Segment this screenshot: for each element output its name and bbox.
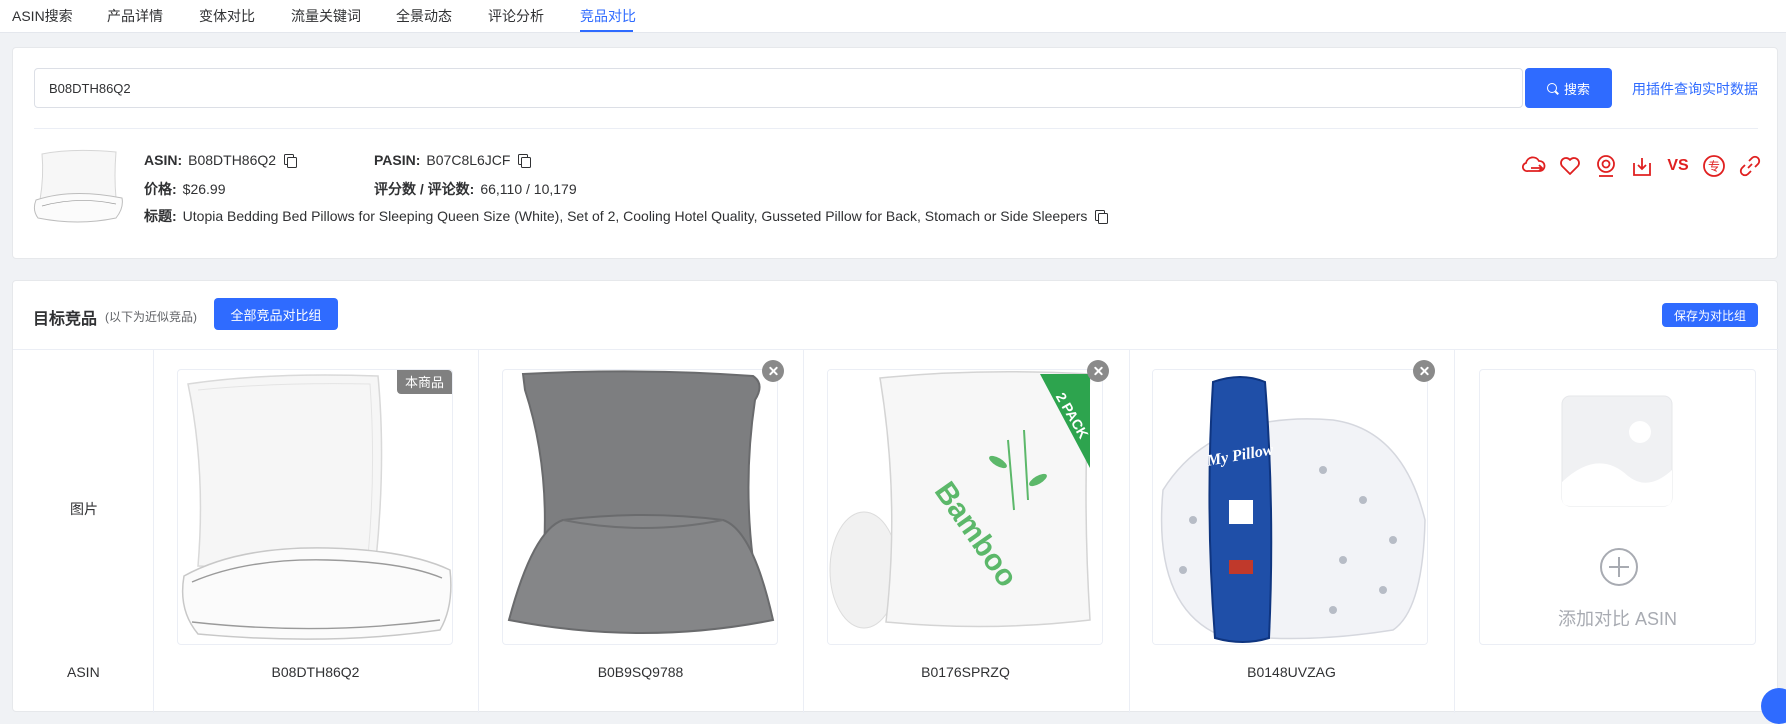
- column-divider: [153, 350, 154, 713]
- help-chat-button[interactable]: [1761, 688, 1786, 724]
- tab-variant-compare[interactable]: 变体对比: [199, 6, 255, 26]
- tab-bar: ASIN搜索 产品详情 变体对比 流量关键词 全景动态 评论分析 竞品对比: [0, 0, 1786, 33]
- pasin-info: PASIN: B07C8L6JCF: [374, 152, 532, 168]
- link-icon[interactable]: [1737, 153, 1763, 179]
- search-button-label: 搜索: [1563, 81, 1590, 97]
- product-image-bamboo-pillow[interactable]: 2 PACK Bamboo: [827, 369, 1103, 645]
- product-image-gray-pillows[interactable]: [502, 369, 778, 645]
- competitor-card: 目标竞品 (以下为近似竞品) 全部竞品对比组 保存为对比组 图片 ASIN 本商…: [12, 280, 1779, 713]
- product-asin: B0B9SQ9788: [597, 664, 684, 680]
- competitor-title: 目标竞品: [33, 311, 98, 328]
- rating-info: 评分数 / 评论数: 66,110 / 10,179: [374, 179, 577, 199]
- price-info: 价格: $26.99: [144, 179, 226, 199]
- exclusive-icon[interactable]: 专: [1701, 153, 1727, 179]
- active-tab-indicator: [580, 30, 633, 32]
- product-thumbnail: [32, 146, 124, 226]
- divider: [34, 128, 1758, 129]
- asin-search-input[interactable]: [34, 68, 1523, 108]
- tab-product-detail[interactable]: 产品详情: [107, 6, 163, 26]
- plugin-realtime-link[interactable]: 用插件查询实时数据: [1632, 79, 1758, 99]
- title-info: 标题: Utopia Bedding Bed Pillows for Sleep…: [144, 206, 1109, 226]
- rating-label: 评分数 / 评论数:: [374, 181, 475, 197]
- column-divider: [1129, 350, 1130, 713]
- vs-icon[interactable]: VS: [1665, 153, 1691, 179]
- tab-competitor-compare[interactable]: 竞品对比: [580, 6, 636, 26]
- svg-text:专: 专: [1708, 159, 1720, 174]
- download-icon[interactable]: [1629, 153, 1655, 179]
- search-button[interactable]: 搜索: [1525, 68, 1612, 108]
- add-competitor-label: 添加对比 ASIN: [1557, 609, 1677, 629]
- product-asin: B08DTH86Q2: [271, 664, 360, 680]
- price-value: $26.99: [182, 181, 226, 197]
- pasin-value: B07C8L6JCF: [426, 152, 511, 168]
- tab-panorama[interactable]: 全景动态: [396, 6, 452, 26]
- row-label-asin: ASIN: [67, 664, 100, 680]
- column-divider: [803, 350, 804, 713]
- copy-icon[interactable]: [518, 153, 532, 168]
- title-label: 标题:: [144, 208, 177, 224]
- remove-competitor-button[interactable]: [1413, 360, 1435, 382]
- product-image-white-pillows[interactable]: 本商品: [177, 369, 453, 645]
- row-label-image: 图片: [70, 501, 98, 517]
- column-divider: [478, 350, 479, 713]
- current-product-badge: 本商品: [396, 370, 452, 394]
- image-placeholder-icon: [1561, 395, 1673, 507]
- cloud-sync-icon[interactable]: [1521, 153, 1547, 179]
- product-asin: B0176SPRZQ: [921, 664, 1010, 680]
- asin-info: ASIN: B08DTH86Q2: [144, 152, 298, 168]
- webcam-icon[interactable]: [1593, 153, 1619, 179]
- copy-icon[interactable]: [284, 153, 298, 168]
- tab-asin-search[interactable]: ASIN搜索: [12, 6, 73, 26]
- product-image-my-pillow[interactable]: My Pillow: [1152, 369, 1428, 645]
- save-as-group-button[interactable]: 保存为对比组: [1662, 303, 1758, 327]
- search-icon: [1546, 83, 1557, 93]
- grid-top-border: [13, 349, 1779, 350]
- product-asin: B0148UVZAG: [1247, 664, 1336, 680]
- remove-competitor-button[interactable]: [762, 360, 784, 382]
- product-action-icons: VS 专: [1521, 152, 1773, 180]
- price-label: 价格:: [144, 181, 177, 197]
- asin-value: B08DTH86Q2: [188, 152, 277, 168]
- remove-competitor-button[interactable]: [1087, 360, 1109, 382]
- rating-value: 66,110 / 10,179: [480, 181, 577, 197]
- all-competitors-button[interactable]: 全部竞品对比组: [214, 298, 338, 330]
- competitor-subtitle: (以下为近似竞品): [105, 310, 197, 324]
- title-value: Utopia Bedding Bed Pillows for Sleeping …: [182, 208, 1088, 224]
- search-card: 搜索 用插件查询实时数据 ASIN: B08DTH86Q2 PASIN: B07…: [12, 47, 1778, 259]
- asin-label: ASIN:: [144, 152, 183, 168]
- heart-icon[interactable]: [1557, 153, 1583, 179]
- pasin-label: PASIN:: [374, 152, 421, 168]
- copy-icon[interactable]: [1095, 209, 1109, 224]
- column-divider: [1454, 350, 1455, 713]
- add-competitor-card[interactable]: 添加对比 ASIN: [1479, 369, 1756, 645]
- tab-traffic-keywords[interactable]: 流量关键词: [291, 6, 361, 26]
- tab-review-analysis[interactable]: 评论分析: [488, 6, 544, 26]
- add-icon: [1600, 548, 1638, 586]
